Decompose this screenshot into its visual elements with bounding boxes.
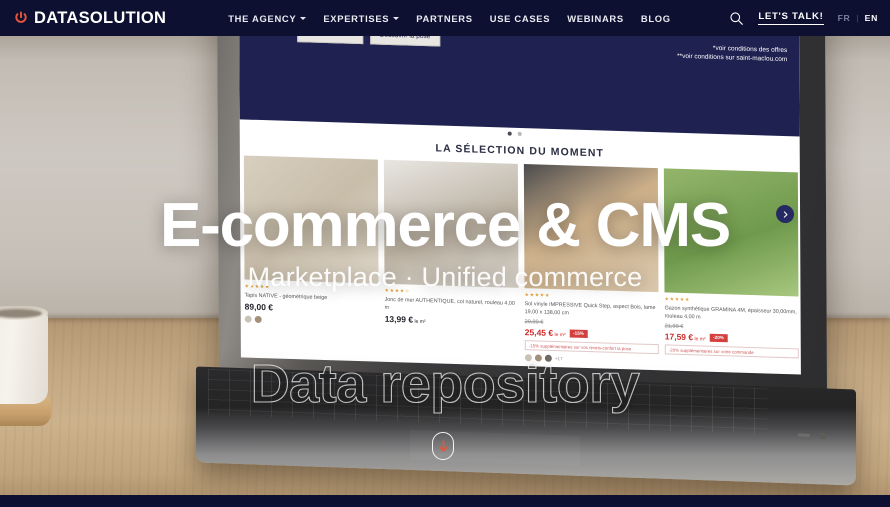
banner-pagination-dots[interactable] xyxy=(507,131,522,136)
lang-separator: | xyxy=(856,13,859,23)
product-price: 13,99 € le m² xyxy=(385,314,519,328)
chevron-down-icon xyxy=(300,16,307,20)
product-price-unit: le m² xyxy=(413,318,426,326)
swatch[interactable] xyxy=(524,354,532,362)
nav-item-label: EXPERTISES xyxy=(323,12,390,24)
pagination-dot-2[interactable] xyxy=(517,131,522,136)
nav-item-label: PARTNERS xyxy=(416,12,473,24)
lang-option-en[interactable]: EN xyxy=(865,13,878,23)
laptop-ports xyxy=(798,431,826,440)
chevron-down-icon xyxy=(393,16,400,20)
product-promo-note: -20% supplémentaires sur votre commande xyxy=(664,344,799,359)
product-swatches[interactable] xyxy=(244,315,379,327)
hero-background-photo: UNE SÉLECTION DE PRODUITS* & LA TVA RÉDU… xyxy=(0,0,890,507)
pagination-dot-1[interactable] xyxy=(507,131,512,136)
product-name: Gazon synthétique GRAMINA 4M, épaisseur … xyxy=(664,305,797,321)
product-price-unit: le m² xyxy=(693,336,706,343)
product-promo-note: -15% supplémentaires sur vos revets‑conf… xyxy=(524,340,659,355)
top-navigation-bar: DATASOLUTION THE AGENCY EXPERTISES PARTN… xyxy=(0,0,890,36)
next-section-band xyxy=(0,495,890,507)
brand-logo[interactable]: DATASOLUTION xyxy=(14,9,166,28)
swatch[interactable] xyxy=(544,354,552,363)
product-price-unit: le m² xyxy=(553,332,566,339)
product-swatches[interactable]: +17 xyxy=(524,354,659,365)
lets-talk-button[interactable]: LET'S TALK! xyxy=(758,11,824,25)
nav-item-webinars[interactable]: WEBINARS xyxy=(567,13,624,24)
primary-nav: THE AGENCY EXPERTISES PARTNERS USE CASES… xyxy=(228,13,671,24)
nav-item-label: USE CASES xyxy=(489,12,551,24)
page-root: UNE SÉLECTION DE PRODUITS* & LA TVA RÉDU… xyxy=(0,0,890,507)
swatch[interactable] xyxy=(254,315,262,324)
swatch[interactable] xyxy=(244,315,252,323)
arrow-down-icon xyxy=(438,439,448,452)
nav-item-use-cases[interactable]: USE CASES xyxy=(490,13,550,24)
banner-legal-line-2: **voir conditions sur saint-maclou.com xyxy=(677,53,788,64)
product-swatch-more[interactable]: +17 xyxy=(555,356,563,361)
language-switcher: FR | EN xyxy=(838,13,878,23)
nav-item-blog[interactable]: BLOG xyxy=(641,13,671,24)
product-price: 17,59 € le m² -20% xyxy=(665,332,799,346)
nav-item-expertises[interactable]: EXPERTISES xyxy=(323,12,400,24)
nav-item-label: THE AGENCY xyxy=(228,12,297,24)
product-price-value: 25,45 € xyxy=(524,327,554,339)
product-price: 89,00 € xyxy=(244,301,274,313)
product-discount-badge: -15% xyxy=(569,329,588,338)
laptop-screen: UNE SÉLECTION DE PRODUITS* & LA TVA RÉDU… xyxy=(238,0,801,375)
product-name: Sol vinyle IMPRESSIVE Quick Step, aspect… xyxy=(524,301,656,317)
brand-name: DATASOLUTION xyxy=(34,8,167,27)
product-name: Jonc de mer AUTHENTIQUE, col naturel, ro… xyxy=(384,296,515,312)
laptop-port xyxy=(819,432,826,440)
nav-item-label: BLOG xyxy=(640,12,671,24)
search-icon[interactable] xyxy=(729,11,744,26)
product-price-value: 17,59 € xyxy=(664,331,694,343)
banner-legal-text: *voir conditions des offres **voir condi… xyxy=(677,43,787,65)
lang-option-fr[interactable]: FR xyxy=(838,13,851,23)
product-price: 25,45 € le m² -15% xyxy=(525,327,659,341)
laptop-port xyxy=(798,433,810,437)
nav-item-the-agency[interactable]: THE AGENCY xyxy=(228,12,307,24)
cup-body xyxy=(0,310,48,404)
swatch[interactable] xyxy=(534,354,542,362)
product-discount-badge: -20% xyxy=(709,333,728,342)
nav-actions: LET'S TALK! FR | EN xyxy=(729,11,878,26)
page-title: E-commerce & CMS xyxy=(160,191,731,260)
power-icon xyxy=(15,11,27,23)
page-subtitle: Marketplace · Unified commerce xyxy=(247,262,643,292)
nav-item-partners[interactable]: PARTNERS xyxy=(416,13,472,24)
nav-item-label: WEBINARS xyxy=(567,12,624,24)
product-price-value: 13,99 € xyxy=(384,314,414,325)
scroll-down-button[interactable] xyxy=(432,432,454,460)
